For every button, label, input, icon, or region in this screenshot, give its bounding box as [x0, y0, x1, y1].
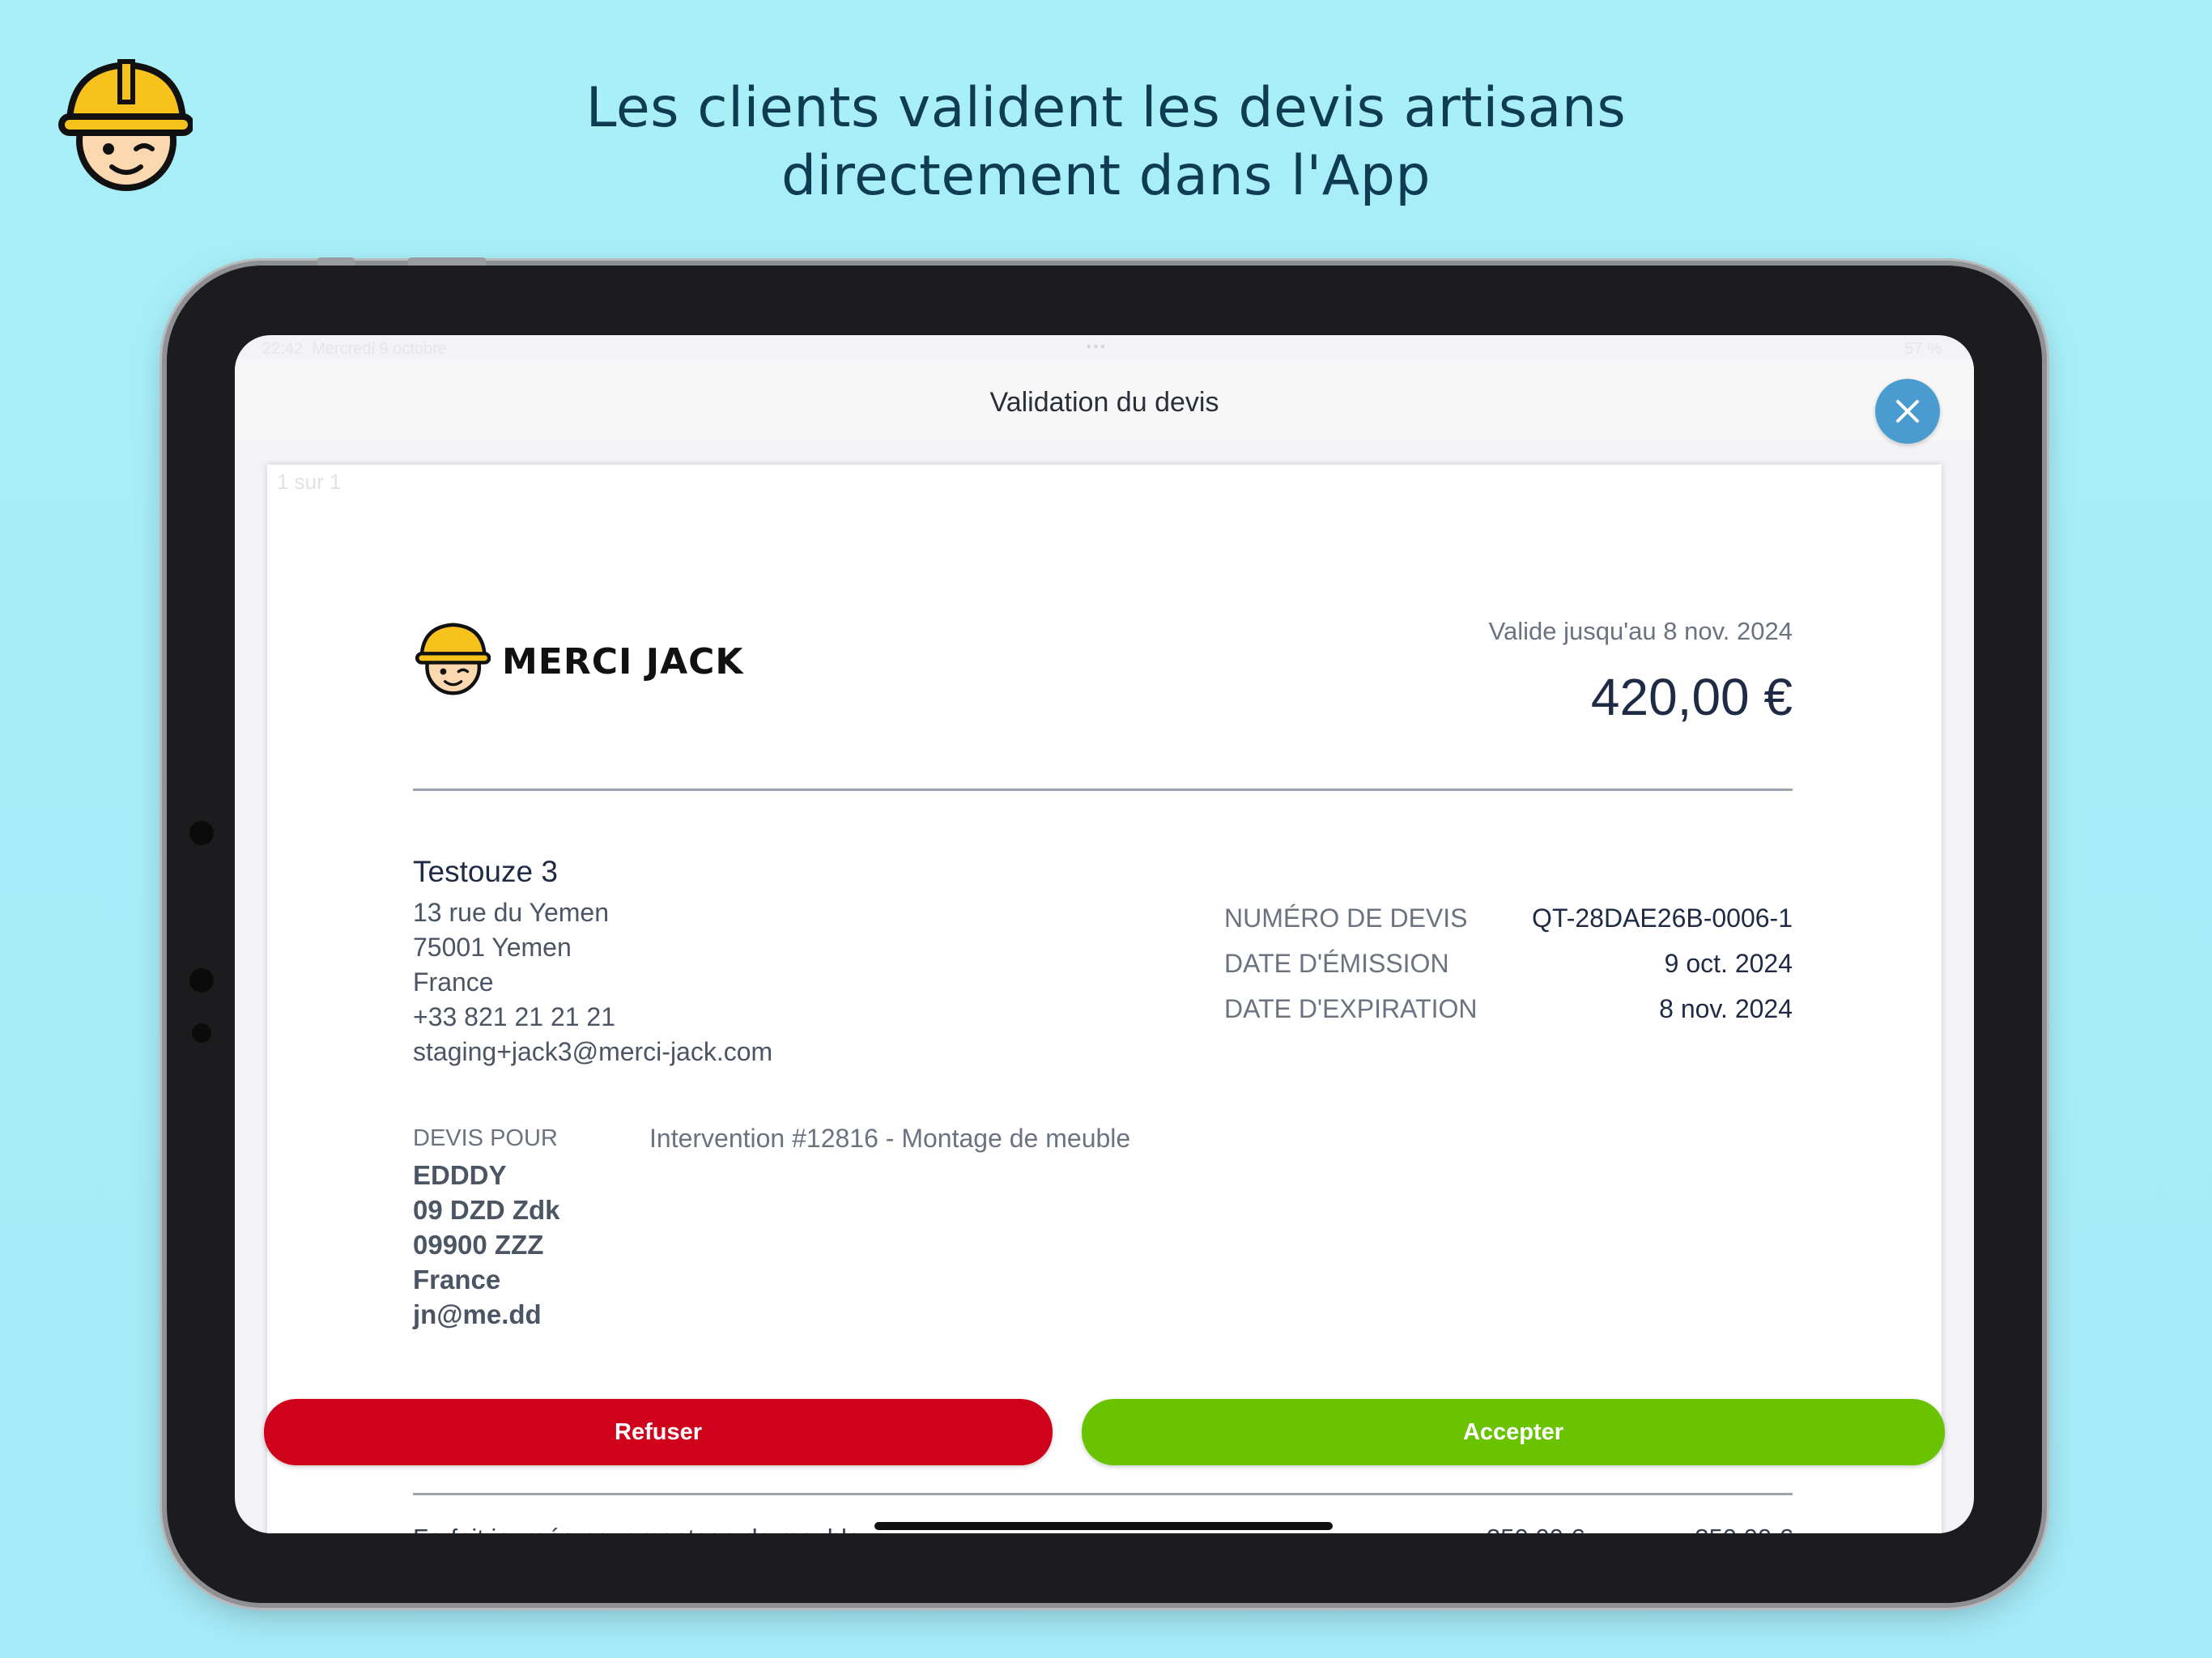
- client-address: 09 DZD Zdk: [413, 1195, 560, 1225]
- client-name: EDDDY: [413, 1160, 507, 1190]
- modal-header: Validation du devis: [235, 359, 1974, 444]
- meta-row-quote-number: NUMÉRO DE DEVIS QT-28DAE26B-0006-1: [1224, 903, 1793, 949]
- accept-button[interactable]: Accepter: [1082, 1399, 1945, 1465]
- close-button[interactable]: [1875, 379, 1940, 444]
- issuer-phone: +33 821 21 21 21: [413, 1002, 616, 1031]
- refuse-button[interactable]: Refuser: [264, 1399, 1053, 1465]
- issuer-address: 13 rue du Yemen: [413, 898, 609, 927]
- issue-date-label: DATE D'ÉMISSION: [1224, 949, 1449, 978]
- volume-down-button: [408, 257, 486, 266]
- app-screen: 22:42 Mercredi 9 octobre ••• 57 % Valida…: [235, 335, 1974, 1533]
- home-indicator[interactable]: [874, 1522, 1333, 1530]
- camera-dot: [189, 821, 214, 845]
- quote-number-label: NUMÉRO DE DEVIS: [1224, 903, 1468, 933]
- merci-jack-logo-icon: [415, 623, 491, 695]
- status-battery: 57 %: [1904, 340, 1942, 358]
- client-city: 09900 ZZZ: [413, 1230, 544, 1260]
- issuer-city: 75001 Yemen: [413, 933, 572, 962]
- sensor-dot: [189, 968, 214, 993]
- valid-until: Valide jusqu'au 8 nov. 2024: [1488, 617, 1793, 645]
- quote-description: Intervention #12816 - Montage de meuble: [649, 1124, 1131, 1153]
- headline-line-1: Les clients valident les devis artisans: [585, 76, 1627, 140]
- client-country: France: [413, 1265, 501, 1295]
- marketing-headline: Les clients valident les devis artisans …: [0, 74, 2212, 210]
- quote-document[interactable]: 1 sur 1 MERCI JACK Valide jusqu'au 8 nov…: [267, 465, 1942, 1533]
- meta-row-expiry-date: DATE D'EXPIRATION 8 nov. 2024: [1224, 994, 1793, 1039]
- headline-line-2: directement dans l'App: [781, 144, 1431, 208]
- issuer-name: Testouze 3: [413, 855, 558, 888]
- brand-name: MERCI JACK: [502, 641, 744, 682]
- issuer-details: 13 rue du Yemen 75001 Yemen France +33 8…: [413, 895, 772, 1069]
- quote-number: QT-28DAE26B-0006-1: [1532, 903, 1793, 933]
- issuer-email: staging+jack3@merci-jack.com: [413, 1037, 773, 1066]
- quote-meta-table: NUMÉRO DE DEVIS QT-28DAE26B-0006-1 DATE …: [1224, 903, 1793, 1039]
- quote-amount: 420,00 €: [1590, 668, 1793, 726]
- modal-title: Validation du devis: [989, 387, 1219, 418]
- close-icon: [1896, 400, 1919, 423]
- client-email: jn@me.dd: [413, 1299, 542, 1329]
- line-item-total: 350,00 €: [1695, 1524, 1793, 1533]
- sensor-dot: [192, 1023, 211, 1043]
- status-bar: 22:42 Mercredi 9 octobre ••• 57 %: [235, 335, 1974, 359]
- ipad-device-frame: 22:42 Mercredi 9 octobre ••• 57 % Valida…: [167, 257, 2042, 1603]
- meta-row-issue-date: DATE D'ÉMISSION 9 oct. 2024: [1224, 949, 1793, 994]
- issue-date: 9 oct. 2024: [1664, 949, 1793, 978]
- line-item-description: Forfait journée pour montage de meuble: [413, 1524, 861, 1533]
- issuer-country: France: [413, 967, 494, 997]
- expiry-date-label: DATE D'EXPIRATION: [1224, 994, 1478, 1023]
- client-details: EDDDY 09 DZD Zdk 09900 ZZZ France jn@me.…: [413, 1158, 560, 1332]
- page-indicator: 1 sur 1: [277, 470, 342, 494]
- multitasking-dots-icon[interactable]: •••: [1087, 340, 1108, 355]
- items-divider: [413, 1493, 1793, 1495]
- quote-for-label: DEVIS POUR: [413, 1125, 558, 1151]
- header-divider: [413, 789, 1793, 791]
- line-item-unit-price: 350,00 €: [1487, 1524, 1585, 1533]
- expiry-date: 8 nov. 2024: [1659, 994, 1793, 1023]
- status-time: 22:42 Mercredi 9 octobre: [262, 340, 447, 358]
- volume-up-button: [317, 257, 355, 266]
